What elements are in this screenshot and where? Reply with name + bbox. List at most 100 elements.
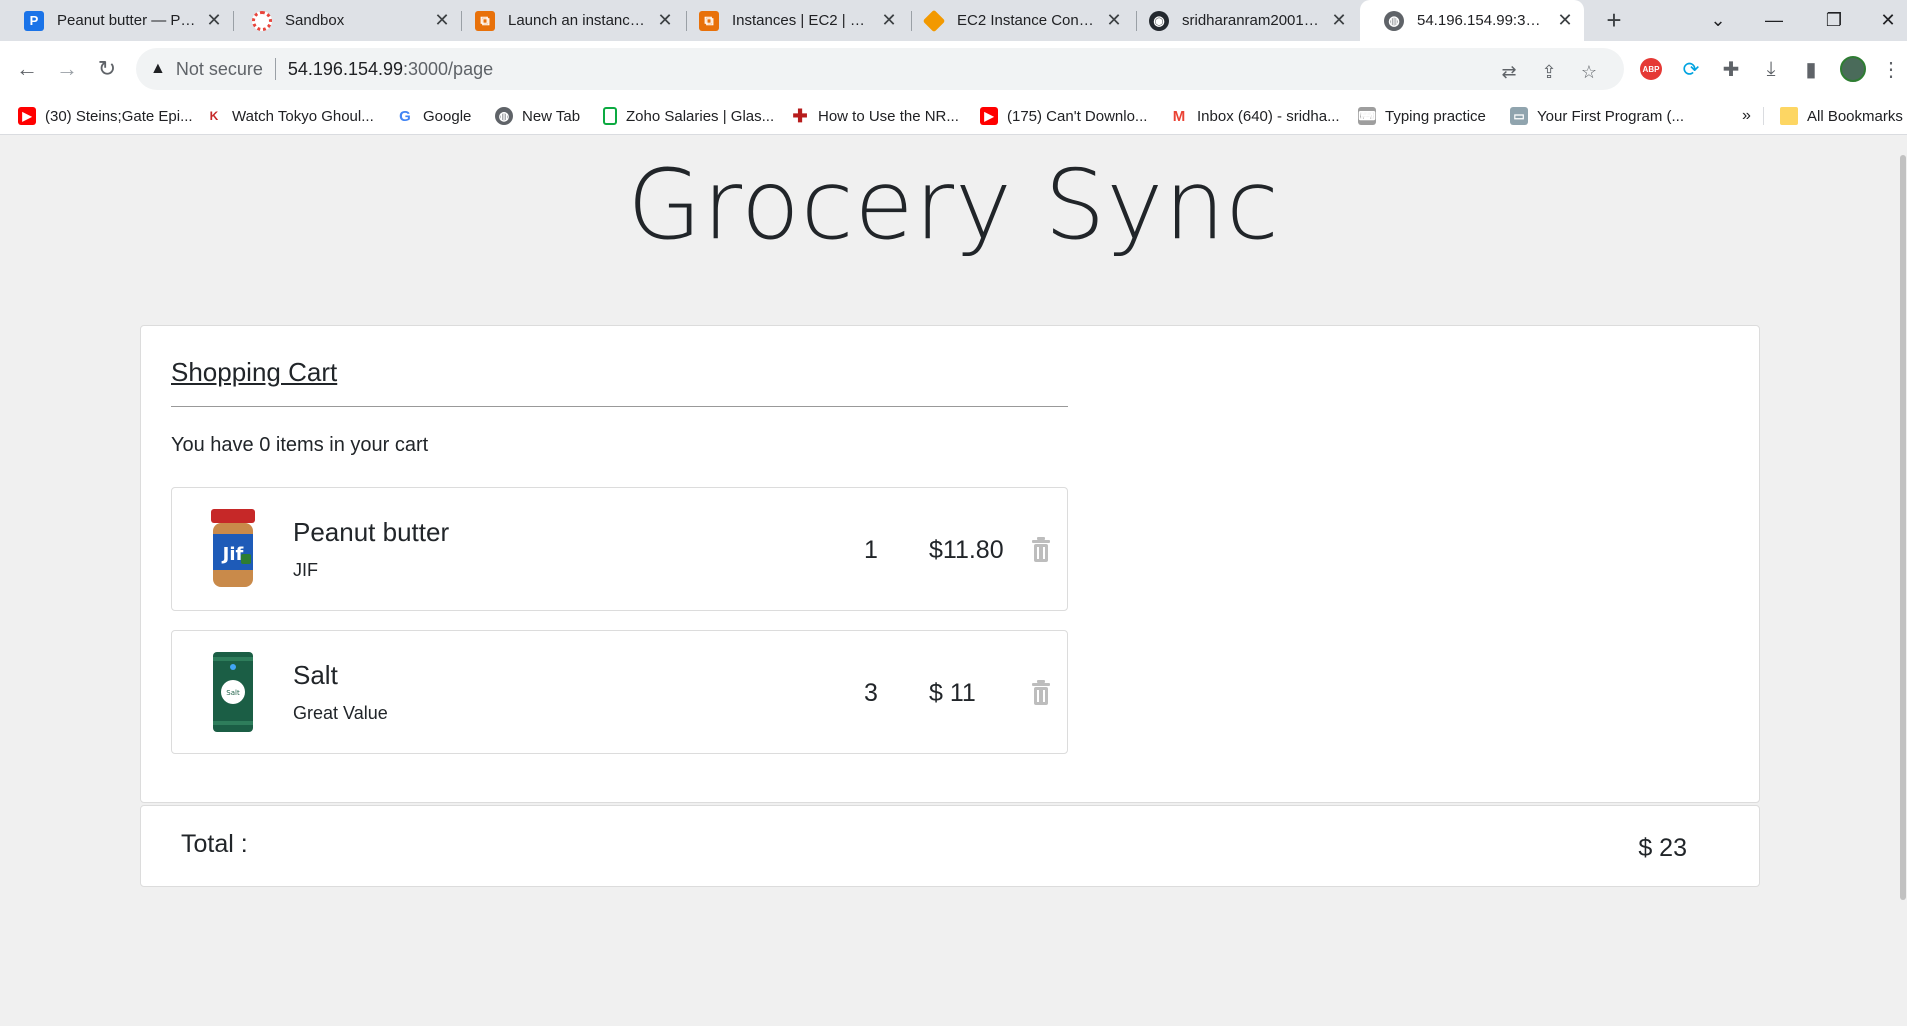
bookmarks-bar: ▶ (30) Steins;Gate Epi... K Watch Tokyo …: [0, 97, 1907, 135]
cart-card: Shopping Cart You have 0 items in your c…: [140, 325, 1760, 803]
tab-title: Launch an instance | EC2: [508, 12, 648, 29]
minimize-icon[interactable]: —: [1746, 0, 1802, 41]
tab-strip: P Peanut butter — Postman ✕ Sandbox ✕ ⧉ …: [0, 0, 1907, 41]
github-icon: ◉: [1149, 10, 1169, 31]
tab-instances[interactable]: ⧉ Instances | EC2 | us-east-1 ✕: [675, 0, 908, 41]
item-brand: Great Value: [293, 703, 388, 723]
youtube-icon: ▶: [980, 107, 998, 125]
total-value: $ 23: [1638, 834, 1687, 862]
address-bar[interactable]: ▲ Not secure 54.196.154.99 :3000/page ⇄ …: [136, 48, 1624, 90]
url-host[interactable]: 54.196.154.99: [288, 59, 403, 80]
tab-ec2-connect[interactable]: EC2 Instance Connect ✕: [900, 0, 1133, 41]
total-label: Total :: [181, 830, 248, 858]
item-quantity: 3: [864, 679, 878, 707]
tab-postman[interactable]: P Peanut butter — Postman ✕: [0, 0, 233, 41]
typing-icon: ⌨: [1358, 107, 1376, 125]
warning-icon[interactable]: ▲: [150, 60, 166, 78]
download-icon[interactable]: ⤓: [1756, 54, 1786, 84]
tab-search-icon[interactable]: ⌄: [1690, 0, 1746, 41]
reload-icon[interactable]: ↻: [89, 51, 125, 87]
gmail-icon: M: [1170, 107, 1188, 125]
bookmark-item[interactable]: G Google: [396, 97, 471, 135]
page-title: Grocery Sync: [627, 149, 1280, 261]
close-icon[interactable]: ✕: [205, 10, 223, 31]
page-scrollbar[interactable]: [1899, 135, 1907, 1026]
bookmark-item[interactable]: ▭ Your First Program (...: [1510, 97, 1684, 135]
window-close-icon[interactable]: ✕: [1860, 0, 1907, 41]
cart-item: Salt Salt Great Value 3 $ 11: [171, 630, 1068, 754]
close-icon[interactable]: ✕: [1556, 10, 1574, 31]
close-icon[interactable]: ✕: [656, 10, 674, 31]
item-quantity: 1: [864, 536, 878, 564]
tab-title: Peanut butter — Postman: [57, 12, 197, 29]
program-icon: ▭: [1510, 107, 1528, 125]
page-content: Grocery Sync Shopping Cart You have 0 it…: [0, 135, 1907, 1026]
bookmark-item[interactable]: ⌨ Typing practice: [1358, 97, 1486, 135]
all-bookmarks-button[interactable]: All Bookmarks: [1780, 97, 1903, 135]
avatar[interactable]: [1838, 54, 1868, 84]
translate-icon[interactable]: ⇄: [1495, 58, 1523, 86]
trash-icon[interactable]: [1031, 537, 1051, 563]
sandbox-icon: [252, 10, 272, 31]
bookmark-item[interactable]: ▶ (175) Can't Downlo...: [980, 97, 1147, 135]
url-path[interactable]: :3000/page: [403, 59, 493, 80]
bookmark-item[interactable]: ◍ New Tab: [495, 97, 580, 135]
item-name: Peanut butter: [293, 517, 450, 547]
globe-icon: ◍: [495, 107, 513, 125]
cart-count: You have 0 items in your cart: [171, 434, 429, 456]
menu-icon[interactable]: ⋮: [1876, 54, 1906, 84]
tab-grocery-sync[interactable]: ◍ 54.196.154.99:3000/page ✕: [1360, 0, 1584, 41]
cross-icon: ✚: [791, 105, 809, 126]
total-bar: Total : $ 23: [140, 805, 1760, 887]
bookmark-item[interactable]: ▶ (30) Steins;Gate Epi...: [18, 97, 193, 135]
browser-toolbar: ← → ↻ ▲ Not secure 54.196.154.99 :3000/p…: [0, 41, 1907, 97]
forward-icon[interactable]: →: [49, 51, 85, 87]
tab-title: 54.196.154.99:3000/page: [1417, 12, 1548, 29]
close-icon[interactable]: ✕: [433, 10, 451, 31]
tab-title: sridharanram2001/Final: [1182, 12, 1322, 29]
adblock-icon[interactable]: ABP: [1636, 54, 1666, 84]
folder-icon: [1780, 107, 1798, 125]
item-price: $ 11: [929, 679, 976, 707]
close-icon[interactable]: ✕: [880, 10, 898, 31]
ec2-icon: [922, 9, 946, 32]
svg-text:Jif: Jif: [221, 544, 244, 565]
tab-github[interactable]: ◉ sridharanram2001/Final ✕: [1125, 0, 1358, 41]
tab-title: EC2 Instance Connect: [957, 12, 1097, 29]
glassdoor-icon: [603, 107, 617, 125]
cart-heading: Shopping Cart: [171, 357, 338, 387]
bookmark-item[interactable]: Zoho Salaries | Glas...: [603, 97, 774, 135]
salt-canister-image: Salt: [213, 652, 253, 732]
bookmark-item[interactable]: ✚ How to Use the NR...: [791, 97, 959, 135]
cart-item: Jif Peanut butter JIF 1 $11.80: [171, 487, 1068, 611]
peanut-butter-jar-image: Jif: [211, 509, 255, 587]
postman-icon: P: [24, 10, 44, 31]
tab-launch-instance[interactable]: ⧉ Launch an instance | EC2 ✕: [451, 0, 684, 41]
tab-sandbox[interactable]: Sandbox ✕: [228, 0, 461, 41]
side-panel-icon[interactable]: ▮: [1796, 54, 1826, 84]
scrollbar-thumb[interactable]: [1900, 155, 1906, 900]
security-label[interactable]: Not secure: [176, 59, 263, 80]
bookmarks-overflow-button[interactable]: »: [1742, 97, 1751, 135]
bookmark-item[interactable]: K Watch Tokyo Ghoul...: [205, 97, 374, 135]
trash-icon[interactable]: [1031, 680, 1051, 706]
globe-icon: ◍: [1384, 10, 1404, 31]
item-name: Salt: [293, 660, 338, 690]
sync-extension-icon[interactable]: ⟳: [1676, 54, 1706, 84]
youtube-icon: ▶: [18, 107, 36, 125]
aws-icon: ⧉: [475, 10, 495, 31]
back-icon[interactable]: ←: [9, 51, 45, 87]
item-brand: JIF: [293, 560, 318, 580]
svg-text:Salt: Salt: [226, 689, 240, 697]
new-tab-button[interactable]: +: [1598, 4, 1630, 36]
bookmark-item[interactable]: M Inbox (640) - sridha...: [1170, 97, 1340, 135]
item-price: $11.80: [929, 536, 1004, 564]
close-icon[interactable]: ✕: [1105, 10, 1123, 31]
anime-icon: K: [205, 107, 223, 125]
bookmark-star-icon[interactable]: ☆: [1575, 58, 1603, 86]
close-icon[interactable]: ✕: [1330, 10, 1348, 31]
extensions-icon[interactable]: ✚: [1716, 54, 1746, 84]
tab-title: Instances | EC2 | us-east-1: [732, 12, 872, 29]
share-icon[interactable]: ⇪: [1535, 58, 1563, 86]
restore-icon[interactable]: ❐: [1806, 0, 1862, 41]
